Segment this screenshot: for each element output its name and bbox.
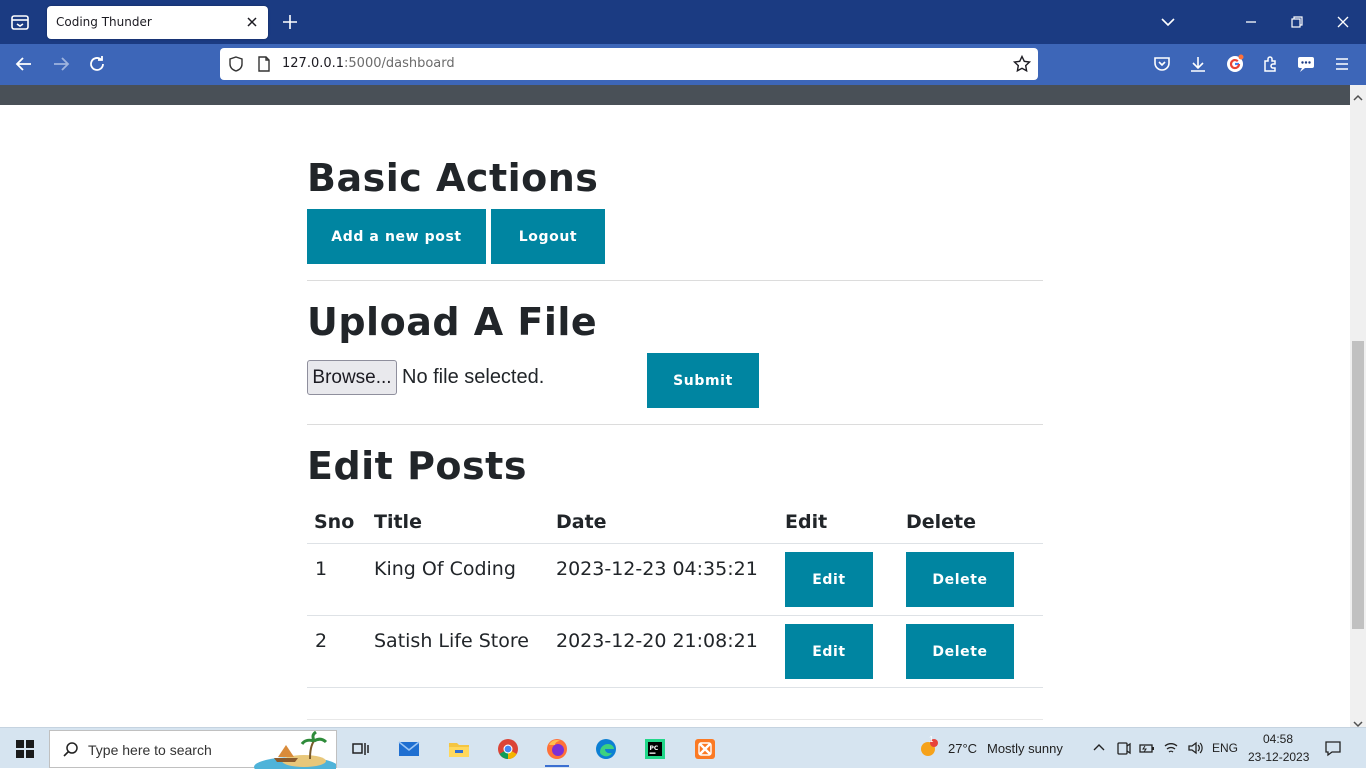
- minimize-icon[interactable]: [1241, 12, 1261, 32]
- search-placeholder: Type here to search: [88, 742, 212, 758]
- post-sno: 1: [315, 558, 328, 580]
- file-browse-button[interactable]: Browse...: [307, 360, 397, 395]
- clock-time[interactable]: 04:58: [1263, 732, 1293, 746]
- chrome-app-icon[interactable]: [490, 731, 526, 767]
- scroll-down-icon[interactable]: [1353, 714, 1363, 728]
- page-scrollbar[interactable]: [1350, 85, 1366, 728]
- extensions-puzzle-icon[interactable]: [1261, 54, 1283, 76]
- url-text: 127.0.0.1:5000/dashboard: [282, 56, 455, 71]
- browser-tab-bar: Coding Thunder: [0, 0, 1366, 44]
- chevron-up-icon[interactable]: [1091, 740, 1107, 756]
- column-header-title: Title: [374, 511, 422, 533]
- file-explorer-icon[interactable]: [441, 731, 477, 767]
- add-new-post-button[interactable]: Add a new post: [307, 209, 486, 264]
- edit-posts-heading: Edit Posts: [307, 444, 527, 488]
- page-viewport: Basic Actions Add a new post Logout Uplo…: [0, 85, 1350, 727]
- upload-file-heading: Upload A File: [307, 300, 598, 344]
- pocket-icon[interactable]: [1152, 54, 1174, 76]
- file-status-text: No file selected.: [402, 366, 545, 388]
- logout-button[interactable]: Logout: [491, 209, 605, 264]
- pycharm-app-icon[interactable]: PC: [637, 731, 673, 767]
- submit-upload-button[interactable]: Submit: [647, 353, 759, 408]
- clock-date[interactable]: 23-12-2023: [1248, 750, 1309, 764]
- site-navbar-strip: [0, 85, 1350, 105]
- post-title: Satish Life Store: [374, 630, 529, 652]
- battery-icon[interactable]: [1139, 740, 1155, 756]
- forward-arrow-icon[interactable]: [50, 53, 72, 75]
- url-path: :5000/dashboard: [344, 56, 455, 71]
- delete-post-button[interactable]: Delete: [906, 624, 1014, 679]
- firefox-app-icon[interactable]: [539, 731, 575, 767]
- chat-feedback-icon[interactable]: [1296, 54, 1318, 76]
- shield-icon[interactable]: [227, 55, 245, 73]
- edit-post-button[interactable]: Edit: [785, 552, 873, 607]
- weather-description: Mostly sunny: [987, 741, 1063, 756]
- tab-title: Coding Thunder: [56, 15, 152, 29]
- hamburger-menu-icon[interactable]: [1332, 54, 1354, 76]
- close-window-icon[interactable]: [1333, 12, 1353, 32]
- page-info-icon[interactable]: [255, 55, 273, 73]
- divider: [307, 424, 1043, 425]
- address-bar[interactable]: 127.0.0.1:5000/dashboard: [220, 48, 1038, 80]
- xampp-app-icon[interactable]: [687, 731, 723, 767]
- divider: [307, 719, 1043, 720]
- chevron-down-icon[interactable]: [1158, 12, 1178, 32]
- table-row-border: [307, 687, 1043, 688]
- table-header-border: [307, 543, 1043, 544]
- weather-temperature: 27°C: [948, 741, 978, 756]
- star-bookmark-icon[interactable]: [1012, 54, 1032, 74]
- input-language[interactable]: ENG: [1212, 741, 1238, 755]
- search-icon: [62, 741, 80, 759]
- meet-now-icon[interactable]: [1115, 740, 1131, 756]
- wifi-icon[interactable]: [1163, 740, 1179, 756]
- task-view-icon[interactable]: [342, 731, 378, 767]
- post-date: 2023-12-23 04:35:21: [556, 558, 758, 580]
- browser-nav-bar: 127.0.0.1:5000/dashboard: [0, 44, 1366, 85]
- post-date: 2023-12-20 21:08:21: [556, 630, 758, 652]
- column-header-edit: Edit: [785, 511, 828, 533]
- post-title: King Of Coding: [374, 558, 516, 580]
- plus-icon[interactable]: [280, 12, 300, 32]
- scrollbar-thumb[interactable]: [1352, 341, 1364, 629]
- taskbar-search-box[interactable]: Type here to search: [49, 730, 338, 773]
- reload-icon[interactable]: [86, 53, 108, 75]
- restore-icon[interactable]: [1287, 12, 1307, 32]
- edit-post-button[interactable]: Edit: [785, 624, 873, 679]
- svg-text:PC: PC: [650, 745, 659, 752]
- column-header-date: Date: [556, 511, 607, 533]
- mail-app-icon[interactable]: [391, 731, 427, 767]
- divider: [307, 280, 1043, 281]
- list-all-tabs-icon[interactable]: [8, 10, 32, 34]
- table-row-border: [307, 615, 1043, 616]
- island-illustration-icon: [252, 730, 338, 773]
- weather-notification-badge: 1: [929, 735, 934, 744]
- column-header-delete: Delete: [906, 511, 977, 533]
- active-tab[interactable]: Coding Thunder: [47, 6, 268, 39]
- close-icon[interactable]: [243, 13, 261, 31]
- scroll-up-icon[interactable]: [1353, 88, 1363, 101]
- basic-actions-heading: Basic Actions: [307, 156, 599, 200]
- notifications-icon[interactable]: [1324, 739, 1342, 757]
- download-icon[interactable]: [1188, 54, 1210, 76]
- delete-post-button[interactable]: Delete: [906, 552, 1014, 607]
- volume-icon[interactable]: [1187, 740, 1203, 756]
- back-arrow-icon[interactable]: [13, 53, 35, 75]
- edge-app-icon[interactable]: [588, 731, 624, 767]
- windows-taskbar: Type here to search PC 1 27°C Mostly sun…: [0, 727, 1366, 773]
- post-sno: 2: [315, 630, 328, 652]
- column-header-sno: Sno: [314, 511, 355, 533]
- url-host: 127.0.0.1: [282, 56, 345, 71]
- google-extension-icon[interactable]: [1225, 54, 1247, 76]
- windows-start-icon[interactable]: [16, 740, 34, 758]
